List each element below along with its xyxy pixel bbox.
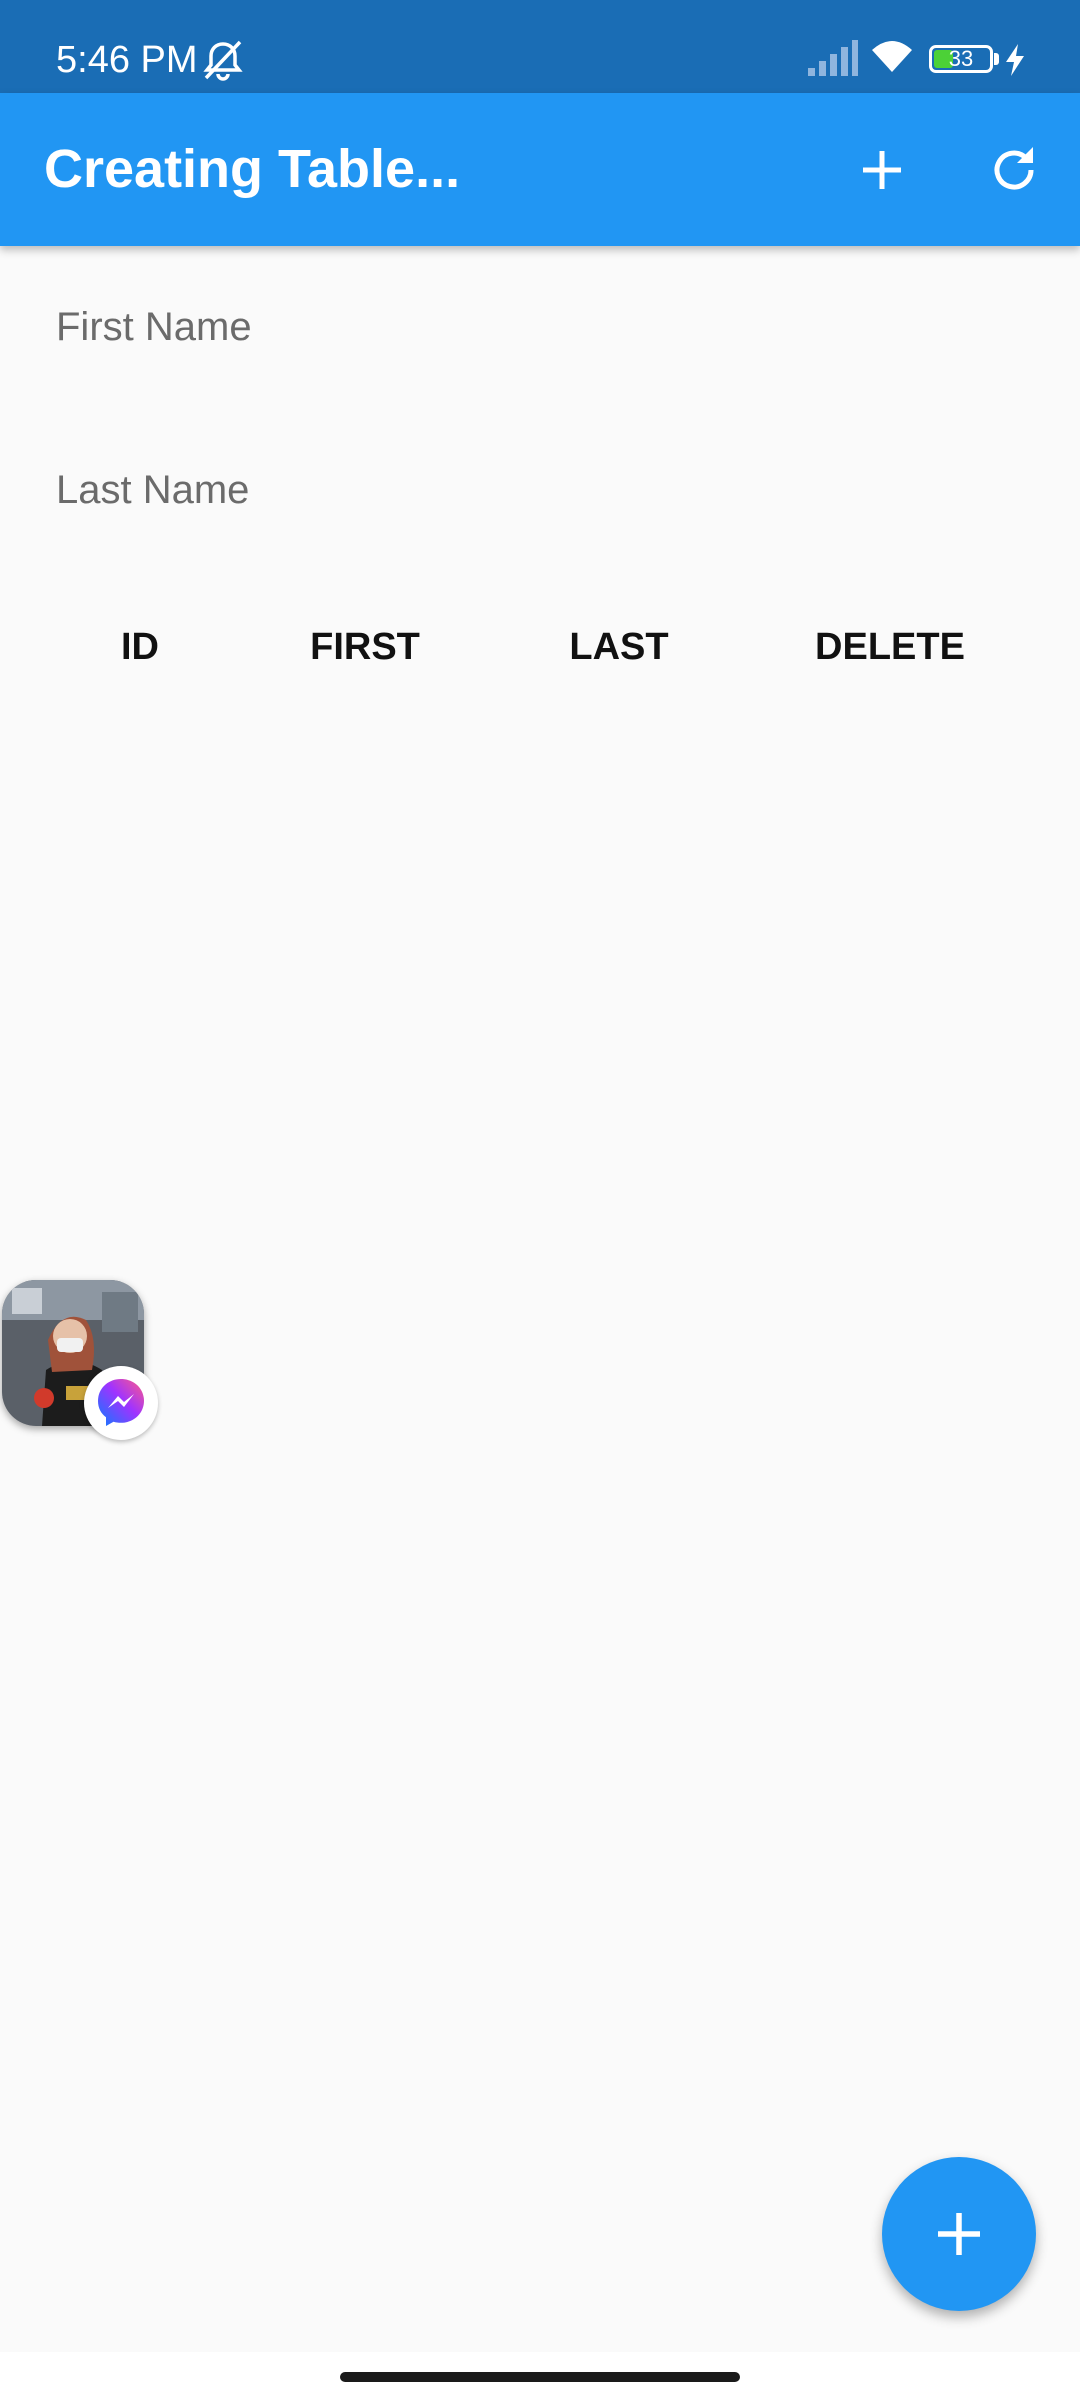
status-bar: 5:46 PM 33	[0, 0, 1080, 93]
column-header-delete: DELETE	[815, 626, 965, 668]
refresh-icon	[994, 147, 1034, 190]
add-fab[interactable]	[882, 2157, 1036, 2311]
first-name-placeholder: First Name	[56, 305, 252, 349]
column-header-id: ID	[121, 626, 159, 668]
gesture-handle[interactable]	[340, 2372, 740, 2382]
add-icon	[863, 151, 901, 189]
app-bar: Creating Table...	[0, 93, 1080, 246]
refresh-button[interactable]	[979, 135, 1049, 205]
column-header-last: LAST	[569, 626, 669, 668]
add-icon	[938, 2213, 980, 2255]
wifi-icon	[868, 38, 916, 76]
last-name-placeholder: Last Name	[56, 468, 250, 512]
page-title: Creating Table...	[44, 139, 461, 199]
battery-icon: 33	[929, 45, 993, 73]
messenger-icon	[84, 1366, 158, 1440]
battery-level: 33	[948, 46, 974, 71]
status-time: 5:46 PM	[56, 39, 198, 81]
signal-icon	[806, 40, 858, 76]
mute-icon	[200, 38, 246, 82]
charging-icon	[1004, 44, 1026, 76]
add-button[interactable]	[847, 135, 917, 205]
column-header-first: FIRST	[310, 626, 420, 668]
